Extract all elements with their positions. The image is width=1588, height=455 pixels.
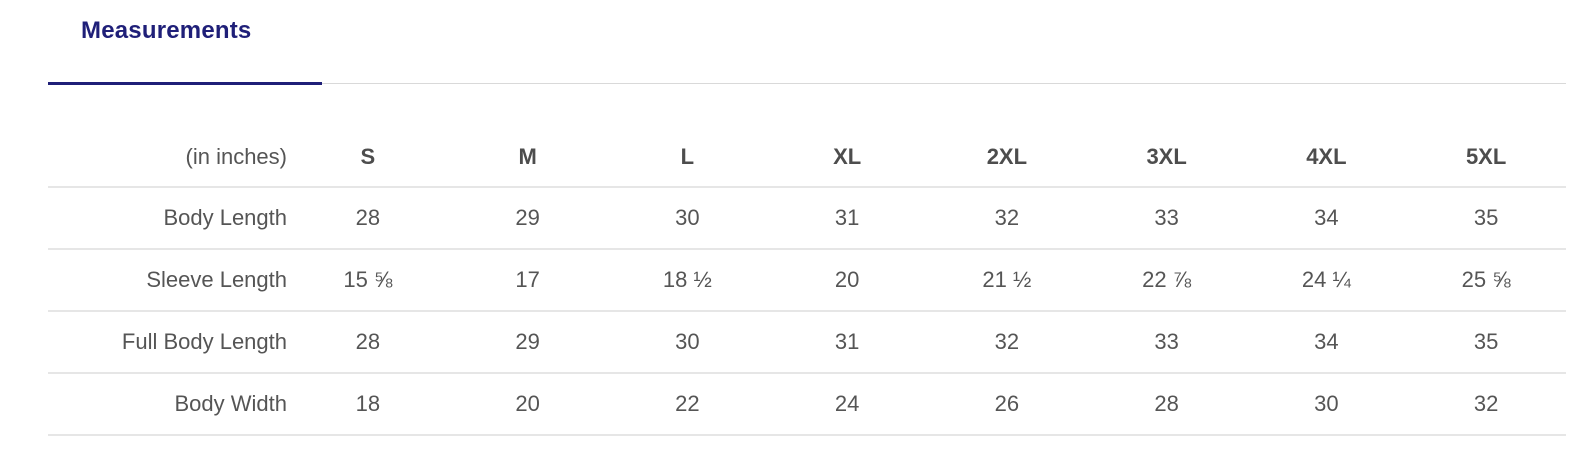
table-cell: 32 [1406,373,1566,436]
table-row-body-length: Body Length 28 29 30 31 32 33 34 35 [48,187,1566,250]
tab-measurements-label: Measurements [81,17,252,44]
table-cell: 33 [1086,187,1247,250]
tab-measurements[interactable]: Measurements [48,0,322,86]
table-cell: 20 [447,373,608,436]
row-label-body-length: Body Length [48,187,288,250]
tab-divider [322,83,1566,84]
size-header-xl: XL [767,128,927,188]
table-cell: 31 [767,311,927,374]
size-header-5xl: 5XL [1406,128,1566,188]
table-cell: 25 ⅝ [1406,249,1566,312]
table-cell: 32 [927,187,1087,250]
table-cell: 24 [767,373,927,436]
row-label-sleeve-length: Sleeve Length [48,249,288,312]
size-chart-table: (in inches) S M L XL 2XL 3XL 4XL 5XL Bod… [48,128,1566,436]
table-cell: 22 [607,373,768,436]
table-cell: 26 [927,373,1087,436]
size-header-2xl: 2XL [927,128,1087,188]
table-cell: 30 [607,187,768,250]
unit-label: (in inches) [48,128,288,188]
table-cell: 28 [288,311,448,374]
table-cell: 28 [288,187,448,250]
table-cell: 29 [447,187,608,250]
table-row-sleeve-length: Sleeve Length 15 ⅝ 17 18 ½ 20 21 ½ 22 ⅞ … [48,249,1566,312]
table-cell: 24 ¼ [1246,249,1407,312]
table-cell: 17 [447,249,608,312]
active-tab-indicator [48,82,322,85]
size-header-s: S [288,128,448,188]
table-cell: 15 ⅝ [288,249,448,312]
table-cell: 35 [1406,311,1566,374]
table-cell: 35 [1406,187,1566,250]
table-row-full-body-length: Full Body Length 28 29 30 31 32 33 34 35 [48,311,1566,374]
table-row-body-width: Body Width 18 20 22 24 26 28 30 32 [48,373,1566,436]
table-cell: 31 [767,187,927,250]
table-cell: 21 ½ [927,249,1087,312]
table-cell: 28 [1086,373,1247,436]
table-cell: 32 [927,311,1087,374]
size-header-3xl: 3XL [1086,128,1247,188]
row-label-body-width: Body Width [48,373,288,436]
table-cell: 30 [607,311,768,374]
row-label-full-body-length: Full Body Length [48,311,288,374]
table-cell: 20 [767,249,927,312]
size-header-4xl: 4XL [1246,128,1407,188]
table-cell: 34 [1246,311,1407,374]
table-cell: 18 ½ [607,249,768,312]
table-cell: 22 ⅞ [1086,249,1247,312]
table-cell: 18 [288,373,448,436]
tab-bar: Measurements [48,0,1566,86]
size-header-l: L [607,128,768,188]
table-cell: 33 [1086,311,1247,374]
table-cell: 34 [1246,187,1407,250]
size-header-m: M [447,128,608,188]
table-cell: 30 [1246,373,1407,436]
table-cell: 29 [447,311,608,374]
size-header-row: (in inches) S M L XL 2XL 3XL 4XL 5XL [48,128,1566,188]
